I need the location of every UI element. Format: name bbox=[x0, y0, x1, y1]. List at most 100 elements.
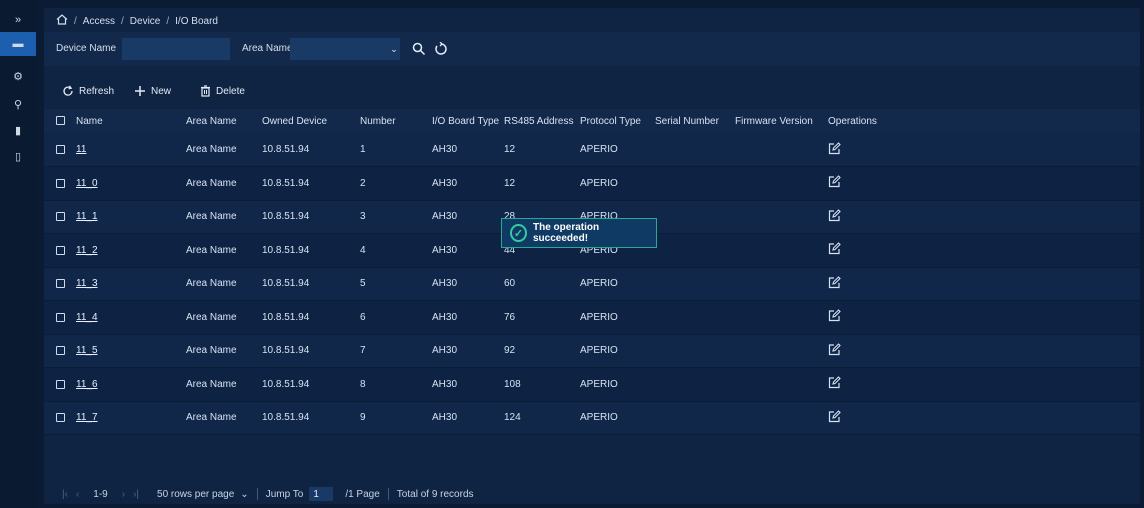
row-checkbox[interactable] bbox=[56, 346, 65, 356]
edit-icon[interactable] bbox=[828, 376, 841, 392]
edit-icon[interactable] bbox=[828, 309, 841, 325]
main-panel: / Access / Device / I/O Board Device Nam… bbox=[44, 8, 1140, 504]
row-checkbox[interactable] bbox=[56, 413, 65, 423]
device-icon[interactable]: ▬ bbox=[0, 32, 36, 56]
first-page-icon[interactable]: |‹ bbox=[62, 489, 68, 500]
name-link[interactable]: 11_1 bbox=[76, 211, 98, 222]
row-checkbox[interactable] bbox=[56, 178, 65, 188]
table-cell bbox=[828, 401, 1140, 435]
table-cell: 11_7 bbox=[76, 401, 186, 435]
edit-icon[interactable] bbox=[828, 242, 841, 258]
row-checkbox[interactable] bbox=[56, 245, 65, 255]
name-link[interactable]: 11 bbox=[76, 144, 86, 155]
table-cell bbox=[44, 233, 76, 268]
edit-icon[interactable] bbox=[828, 208, 841, 225]
table-cell bbox=[828, 334, 1140, 368]
column-header-area-name[interactable]: Area Name bbox=[186, 109, 262, 133]
table-cell: 11_6 bbox=[76, 367, 186, 402]
row-checkbox[interactable] bbox=[56, 312, 65, 322]
table-cell bbox=[44, 133, 76, 167]
name-link[interactable]: 11_6 bbox=[76, 379, 98, 390]
name-link[interactable]: 11_5 bbox=[76, 345, 98, 356]
table-row[interactable]: 11_3 Area Name 10.8.51.94 5 AH30 60 APERIO bbox=[44, 267, 1140, 301]
edit-icon[interactable] bbox=[828, 275, 841, 292]
table-header-row: Name Area Name Owned Device Number I/O B… bbox=[44, 109, 1140, 133]
column-header-protocol-type[interactable]: Protocol Type bbox=[580, 109, 655, 133]
io-board-table: Name Area Name Owned Device Number I/O B… bbox=[44, 109, 1140, 435]
edit-icon[interactable] bbox=[828, 175, 841, 191]
column-header-number[interactable]: Number bbox=[360, 109, 432, 133]
delete-label: Delete bbox=[216, 85, 245, 97]
last-page-icon[interactable]: ›| bbox=[133, 489, 139, 500]
table-row[interactable]: 11_4 Area Name 10.8.51.94 6 AH30 76 APERIO bbox=[44, 300, 1140, 335]
expand-sidebar-icon[interactable]: » bbox=[0, 8, 36, 32]
filter-bar: Device Name Area Name ⌄ bbox=[44, 32, 1140, 66]
serial-number-cell bbox=[655, 300, 735, 335]
column-header-owned-device[interactable]: Owned Device bbox=[262, 109, 360, 133]
column-header-rs485-address[interactable]: RS485 Address bbox=[504, 109, 580, 133]
home-icon[interactable] bbox=[56, 14, 68, 28]
refresh-button[interactable]: Refresh bbox=[52, 80, 124, 102]
rows-per-page-label: 50 rows per page bbox=[157, 488, 235, 500]
table-row[interactable]: 11_6 Area Name 10.8.51.94 8 AH30 108 APERIO bbox=[44, 367, 1140, 402]
rs485-address-cell: 92 bbox=[504, 334, 580, 368]
chevron-down-icon: ⌄ bbox=[240, 488, 249, 500]
edit-icon[interactable] bbox=[828, 409, 841, 426]
row-checkbox[interactable] bbox=[56, 212, 65, 222]
prev-page-icon[interactable]: ‹ bbox=[76, 489, 79, 500]
person-icon[interactable]: ⚲ bbox=[0, 92, 36, 116]
protocol-type-cell: APERIO bbox=[580, 334, 655, 368]
search-icon[interactable] bbox=[409, 39, 429, 59]
io-board-type-cell: AH30 bbox=[432, 300, 504, 335]
card-icon[interactable]: ▯ bbox=[0, 144, 36, 168]
column-header-io-board-type[interactable]: I/O Board Type bbox=[432, 109, 504, 133]
name-link[interactable]: 11_0 bbox=[76, 178, 98, 189]
document-icon[interactable]: ▮ bbox=[0, 118, 36, 142]
table-cell bbox=[828, 166, 1140, 201]
table-row[interactable]: 11_7 Area Name 10.8.51.94 9 AH30 124 APERIO bbox=[44, 401, 1140, 435]
area-name-cell: Area Name bbox=[186, 133, 262, 167]
protocol-type-cell: APERIO bbox=[580, 367, 655, 402]
table-cell: 11_5 bbox=[76, 334, 186, 368]
row-checkbox[interactable] bbox=[56, 144, 65, 154]
table-cell: 11_2 bbox=[76, 233, 186, 268]
firmware-version-cell bbox=[735, 166, 828, 201]
next-page-icon[interactable]: › bbox=[122, 489, 125, 500]
serial-number-cell bbox=[655, 200, 735, 234]
io-board-type-cell: AH30 bbox=[432, 133, 504, 167]
column-header-firmware-version[interactable]: Firmware Version bbox=[735, 109, 828, 133]
device-name-input[interactable] bbox=[122, 38, 230, 60]
owned-device-cell: 10.8.51.94 bbox=[262, 300, 360, 335]
edit-icon[interactable] bbox=[828, 342, 841, 359]
owned-device-cell: 10.8.51.94 bbox=[262, 267, 360, 301]
column-header-name[interactable]: Name bbox=[76, 109, 186, 133]
select-all-checkbox[interactable] bbox=[56, 116, 65, 126]
name-link[interactable]: 11_3 bbox=[76, 278, 98, 289]
io-board-type-cell: AH30 bbox=[432, 166, 504, 201]
table-cell bbox=[828, 300, 1140, 335]
reset-icon[interactable] bbox=[431, 39, 451, 59]
edit-icon[interactable] bbox=[828, 141, 841, 158]
column-header-serial-number[interactable]: Serial Number bbox=[655, 109, 735, 133]
name-link[interactable]: 11_2 bbox=[76, 245, 98, 256]
new-button[interactable]: New bbox=[124, 80, 181, 102]
gear-icon[interactable]: ⚙ bbox=[0, 64, 36, 88]
rows-per-page-select[interactable]: 50 rows per page ⌄ bbox=[157, 489, 249, 500]
chevron-down-icon[interactable]: ⌄ bbox=[384, 39, 404, 59]
delete-button[interactable]: Delete bbox=[189, 80, 255, 102]
row-checkbox[interactable] bbox=[56, 379, 65, 389]
breadcrumb-access[interactable]: Access bbox=[83, 16, 115, 27]
table-row[interactable]: 11_0 Area Name 10.8.51.94 2 AH30 12 APERIO bbox=[44, 166, 1140, 201]
toolbar: Refresh New Delete bbox=[44, 80, 255, 102]
breadcrumb-device[interactable]: Device bbox=[130, 16, 161, 27]
owned-device-cell: 10.8.51.94 bbox=[262, 233, 360, 268]
table-row[interactable]: 11_5 Area Name 10.8.51.94 7 AH30 92 APERIO bbox=[44, 334, 1140, 368]
row-checkbox[interactable] bbox=[56, 279, 65, 289]
name-link[interactable]: 11_7 bbox=[76, 412, 98, 423]
jump-to-input[interactable] bbox=[309, 487, 334, 501]
table-row[interactable]: 11 Area Name 10.8.51.94 1 AH30 12 APERIO bbox=[44, 133, 1140, 167]
area-name-label: Area Name bbox=[242, 43, 293, 54]
check-circle-icon: ✓ bbox=[510, 224, 527, 242]
owned-device-cell: 10.8.51.94 bbox=[262, 334, 360, 368]
name-link[interactable]: 11_4 bbox=[76, 312, 98, 323]
